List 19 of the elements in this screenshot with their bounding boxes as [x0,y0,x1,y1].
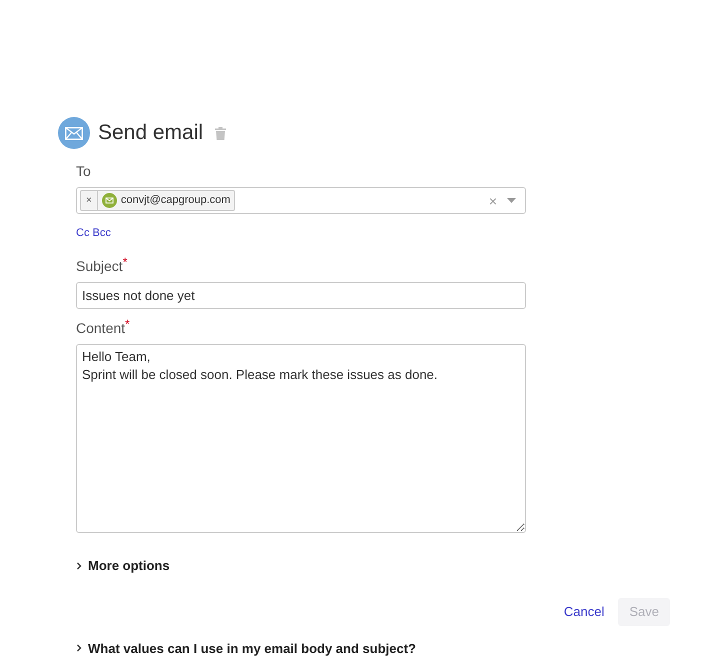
cc-bcc-link[interactable]: Cc Bcc [76,227,111,239]
subject-field[interactable]: Issues not done yet [76,282,526,309]
cancel-link[interactable]: Cancel [564,602,604,622]
page-title: Send email [98,120,204,146]
email-icon [102,193,117,208]
required-mark: * [125,318,130,330]
help-toggle[interactable]: What values can I use in my email body and subject? [76,638,416,657]
field-label: Subject [76,257,123,276]
more-options-toggle[interactable]: More options [76,556,170,576]
field-label: Content [76,320,126,338]
required-mark: * [122,256,128,268]
trash-icon[interactable] [215,126,226,140]
recipient-email: convjt@capgroup.com [120,193,232,208]
content-field[interactable]: Hello Team, Sprint will be closed soon. Please mark these issues as done. [76,344,526,533]
email-icon [58,117,90,149]
remove-chip-button[interactable]: × [81,191,98,210]
field-label: To [76,162,91,181]
caret-icon[interactable] [507,198,516,203]
recipients-field[interactable]: × convjt@capgroup.com × [76,187,526,214]
